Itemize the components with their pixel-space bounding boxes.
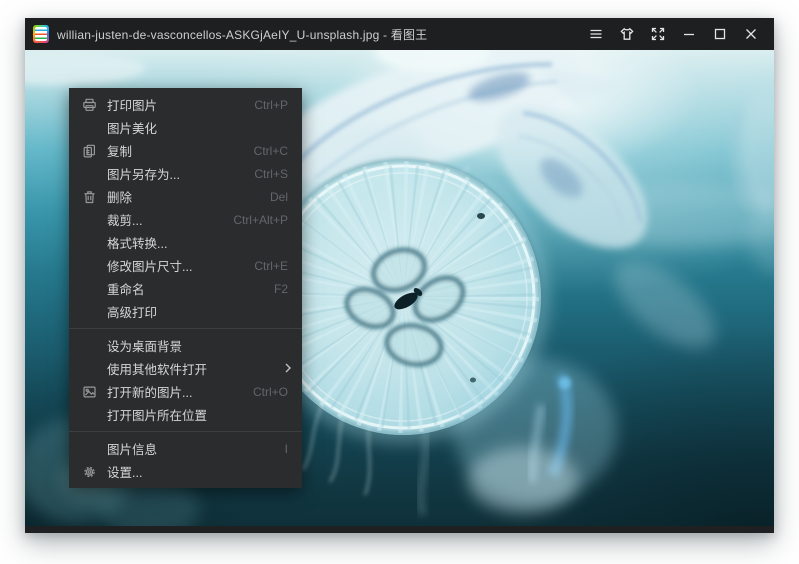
window-bottom-edge xyxy=(25,526,774,533)
maximize-icon xyxy=(712,26,728,42)
menu-item-shortcut: Ctrl+O xyxy=(241,385,288,399)
image-icon xyxy=(82,384,97,399)
menu-item-crop[interactable]: 裁剪... Ctrl+Alt+P xyxy=(69,208,302,231)
tshirt-icon xyxy=(619,26,635,42)
gear-icon xyxy=(82,464,97,479)
app-logo-icon xyxy=(33,25,49,43)
menu-item-label: 图片信息 xyxy=(107,439,157,458)
menu-item-label: 图片美化 xyxy=(107,118,157,137)
trash-icon xyxy=(82,189,97,204)
menu-item-label: 裁剪... xyxy=(107,210,142,229)
menu-item-resize-image[interactable]: 修改图片尺寸... Ctrl+E xyxy=(69,254,302,277)
minimize-icon xyxy=(681,26,697,42)
minimize-button[interactable] xyxy=(673,18,704,50)
titlebar[interactable]: willian-justen-de-vasconcellos-ASKGjAeIY… xyxy=(25,18,774,50)
printer-icon xyxy=(82,97,97,112)
menu-item-label: 设置... xyxy=(107,462,142,481)
menu-item-label: 设为桌面背景 xyxy=(107,336,182,355)
menu-item-settings[interactable]: 设置... xyxy=(69,460,302,483)
window-controls xyxy=(580,18,766,50)
menu-item-print-image[interactable]: 打印图片 Ctrl+P xyxy=(69,93,302,116)
menu-item-advanced-print[interactable]: 高级打印 xyxy=(69,300,302,323)
menu-item-copy[interactable]: 复制 Ctrl+C xyxy=(69,139,302,162)
menu-item-label: 图片另存为... xyxy=(107,164,180,183)
menu-item-shortcut: Ctrl+C xyxy=(242,144,288,158)
menu-item-open-image-location[interactable]: 打开图片所在位置 xyxy=(69,403,302,426)
menu-item-label: 使用其他软件打开 xyxy=(107,359,207,378)
menu-item-shortcut: F2 xyxy=(262,282,288,296)
main-menu-button[interactable] xyxy=(580,18,611,50)
maximize-button[interactable] xyxy=(704,18,735,50)
menu-item-label: 打开图片所在位置 xyxy=(107,405,207,424)
copy-icon xyxy=(82,143,97,158)
menu-item-save-image-as[interactable]: 图片另存为... Ctrl+S xyxy=(69,162,302,185)
hamburger-icon xyxy=(588,26,604,42)
menu-item-shortcut: Ctrl+Alt+P xyxy=(221,213,288,227)
menu-item-label: 格式转换... xyxy=(107,233,167,252)
menu-item-shortcut: I xyxy=(273,442,288,456)
menu-item-shortcut: Del xyxy=(258,190,288,204)
fullscreen-icon xyxy=(650,26,666,42)
desktop-background: willian-justen-de-vasconcellos-ASKGjAeIY… xyxy=(0,0,799,564)
menu-item-set-as-wallpaper[interactable]: 设为桌面背景 xyxy=(69,334,302,357)
menu-item-label: 重命名 xyxy=(107,279,145,298)
menu-item-shortcut: Ctrl+E xyxy=(242,259,288,273)
submenu-chevron-icon xyxy=(285,360,291,378)
menu-item-image-info[interactable]: 图片信息 I xyxy=(69,437,302,460)
menu-item-rename[interactable]: 重命名 F2 xyxy=(69,277,302,300)
context-menu: 打印图片 Ctrl+P 图片美化 复制 Ctrl+C 图片另存为... Ctrl… xyxy=(69,88,302,488)
menu-item-delete[interactable]: 删除 Del xyxy=(69,185,302,208)
menu-item-open-with-other-app[interactable]: 使用其他软件打开 xyxy=(69,357,302,380)
menu-item-label: 修改图片尺寸... xyxy=(107,256,192,275)
close-icon xyxy=(743,26,759,42)
menu-separator xyxy=(69,328,302,329)
menu-item-label: 打印图片 xyxy=(107,95,157,114)
fullscreen-button[interactable] xyxy=(642,18,673,50)
menu-item-label: 删除 xyxy=(107,187,132,206)
menu-item-label: 打开新的图片... xyxy=(107,382,192,401)
menu-item-shortcut: Ctrl+P xyxy=(242,98,288,112)
close-button[interactable] xyxy=(735,18,766,50)
menu-item-format-convert[interactable]: 格式转换... xyxy=(69,231,302,254)
menu-item-label: 复制 xyxy=(107,141,132,160)
window-title: willian-justen-de-vasconcellos-ASKGjAeIY… xyxy=(57,26,427,43)
skin-button[interactable] xyxy=(611,18,642,50)
menu-separator xyxy=(69,431,302,432)
menu-item-open-new-image[interactable]: 打开新的图片... Ctrl+O xyxy=(69,380,302,403)
menu-item-beautify-image[interactable]: 图片美化 xyxy=(69,116,302,139)
menu-item-label: 高级打印 xyxy=(107,302,157,321)
menu-item-shortcut: Ctrl+S xyxy=(242,167,288,181)
